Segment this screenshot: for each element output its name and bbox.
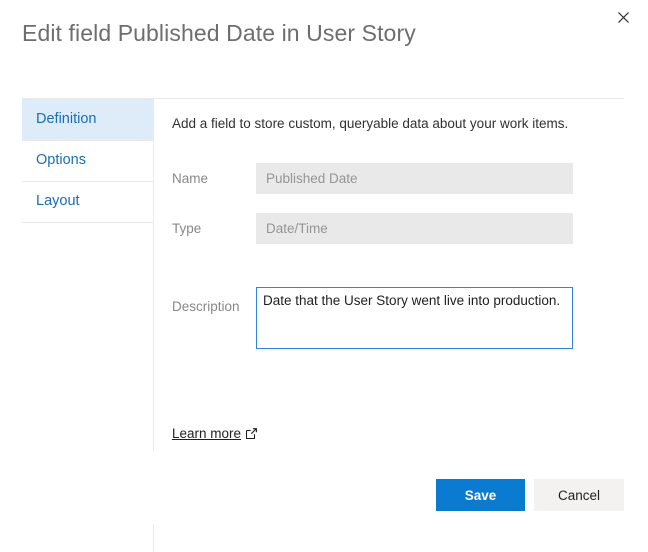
sidebar-item-label: Definition [36,111,97,127]
save-button[interactable]: Save [436,479,525,511]
name-input[interactable] [256,163,573,194]
sidebar-item-label: Options [36,152,86,168]
description-label: Description [172,299,240,314]
vertical-divider-bottom [153,524,154,552]
description-input[interactable] [256,287,573,349]
sidebar-item-options[interactable]: Options [22,140,153,181]
external-link-icon [246,428,257,439]
dialog-body: Definition Options Layout Add a field to… [0,98,648,458]
cancel-button[interactable]: Cancel [534,479,624,511]
type-label: Type [172,221,202,236]
dialog-title: Edit field Published Date in User Story [22,20,416,46]
sidebar-item-layout[interactable]: Layout [22,181,153,222]
close-button[interactable] [608,4,638,30]
edit-field-dialog: Edit field Published Date in User Story … [0,0,648,552]
learn-more-link[interactable]: Learn more [172,426,257,441]
vertical-divider [153,99,154,451]
panel-description: Add a field to store custom, queryable d… [172,116,569,131]
dialog-footer: Save Cancel [0,479,648,511]
sidebar-item-label: Layout [36,193,80,209]
pivot-nav: Definition Options Layout [22,99,153,223]
type-input[interactable] [256,213,573,244]
learn-more-label: Learn more [172,426,242,441]
sidebar-bottom-divider [22,222,153,223]
sidebar-item-definition[interactable]: Definition [22,99,153,140]
name-label: Name [172,171,209,186]
close-icon [617,11,629,23]
